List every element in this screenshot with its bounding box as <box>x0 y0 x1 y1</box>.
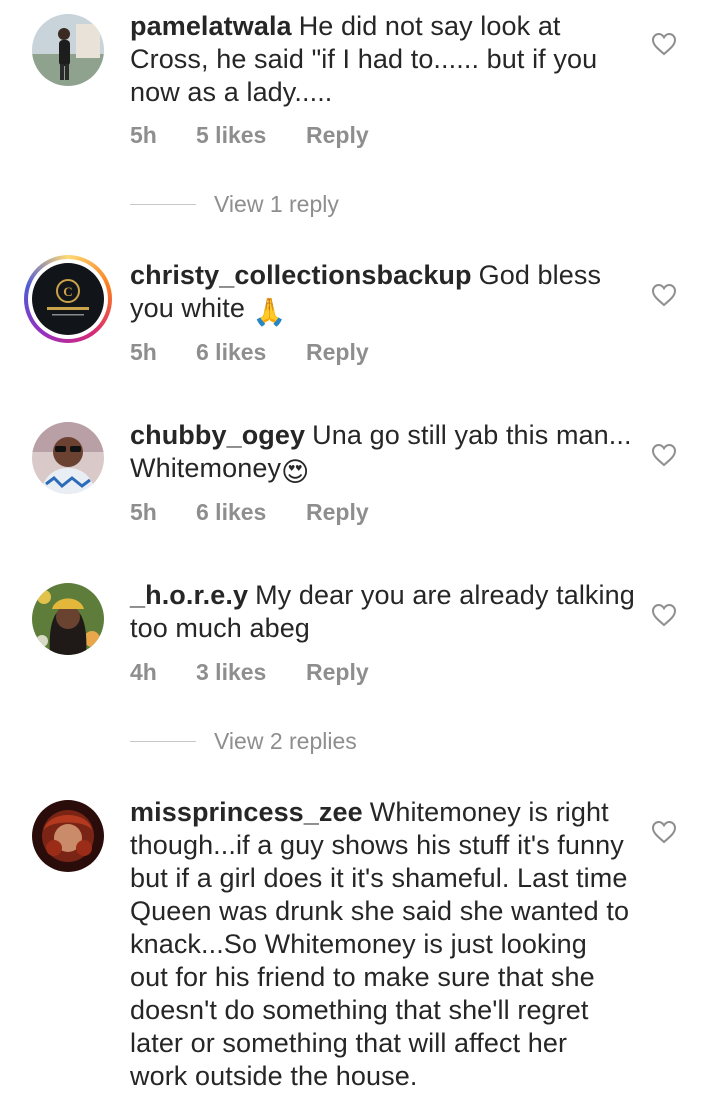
comment-username[interactable]: chubby_ogey <box>130 420 305 450</box>
comment-username[interactable]: christy_collectionsbackup <box>130 260 472 290</box>
folded-hands-emoji: 🙏 <box>252 297 287 327</box>
avatar[interactable] <box>32 800 104 872</box>
comment-body: Whitemoney is right though...if a guy sh… <box>130 797 630 1091</box>
comment-meta: 4h 3 likes Reply <box>130 657 369 687</box>
avatar[interactable] <box>32 14 104 86</box>
reply-divider-line <box>130 740 196 742</box>
comment-text-block: chubby_ogey Una go still yab this man... … <box>130 419 635 489</box>
comment-likes[interactable]: 3 likes <box>196 659 306 686</box>
comment-time[interactable]: 5h <box>130 339 196 366</box>
comment-likes[interactable]: 6 likes <box>196 499 306 526</box>
reply-button[interactable]: Reply <box>306 499 369 526</box>
heart-outline-icon[interactable] <box>651 283 677 307</box>
heart-outline-icon[interactable] <box>651 603 677 627</box>
comment-likes[interactable]: 5 likes <box>196 122 306 149</box>
comment-text-block: missprincess_zee Whitemoney is right thou… <box>130 796 630 1093</box>
view-replies-button[interactable]: View 1 reply <box>130 189 339 219</box>
reply-divider-line <box>130 203 196 205</box>
comment-time[interactable]: 5h <box>130 499 196 526</box>
reply-button[interactable]: Reply <box>306 122 369 149</box>
avatar[interactable] <box>32 583 104 655</box>
view-replies-label: View 2 replies <box>214 727 357 754</box>
view-replies-label: View 1 reply <box>214 190 339 217</box>
heart-outline-icon[interactable] <box>651 32 677 56</box>
avatar[interactable]: C <box>32 263 104 335</box>
comment-time[interactable]: 5h <box>130 122 196 149</box>
comment-username[interactable]: _h.o.r.e.y <box>130 580 248 610</box>
heart-eyes-emoji: 😍 <box>281 457 310 487</box>
comment-username[interactable]: pamelatwala <box>130 11 292 41</box>
comment-time[interactable]: 4h <box>130 659 196 686</box>
heart-outline-icon[interactable] <box>651 443 677 467</box>
story-ring[interactable]: C <box>24 255 112 343</box>
comment-text-block: _h.o.r.e.y My dear you are already talkin… <box>130 579 635 645</box>
comment-username[interactable]: missprincess_zee <box>130 797 363 827</box>
comment-text-block: pamelatwala He did not say look at Cross,… <box>130 10 635 109</box>
view-replies-button[interactable]: View 2 replies <box>130 726 357 756</box>
reply-button[interactable]: Reply <box>306 659 369 686</box>
comment-meta: 5h 5 likes Reply <box>130 120 369 150</box>
comment-meta: 5h 6 likes Reply <box>130 497 369 527</box>
reply-button[interactable]: Reply <box>306 339 369 366</box>
heart-outline-icon[interactable] <box>651 820 677 844</box>
svg-text:C: C <box>63 284 72 299</box>
avatar[interactable] <box>32 422 104 494</box>
comment-text-block: christy_collectionsbackup God bless you w… <box>130 259 635 329</box>
comment-likes[interactable]: 6 likes <box>196 339 306 366</box>
comment-meta: 5h 6 likes Reply <box>130 337 369 367</box>
